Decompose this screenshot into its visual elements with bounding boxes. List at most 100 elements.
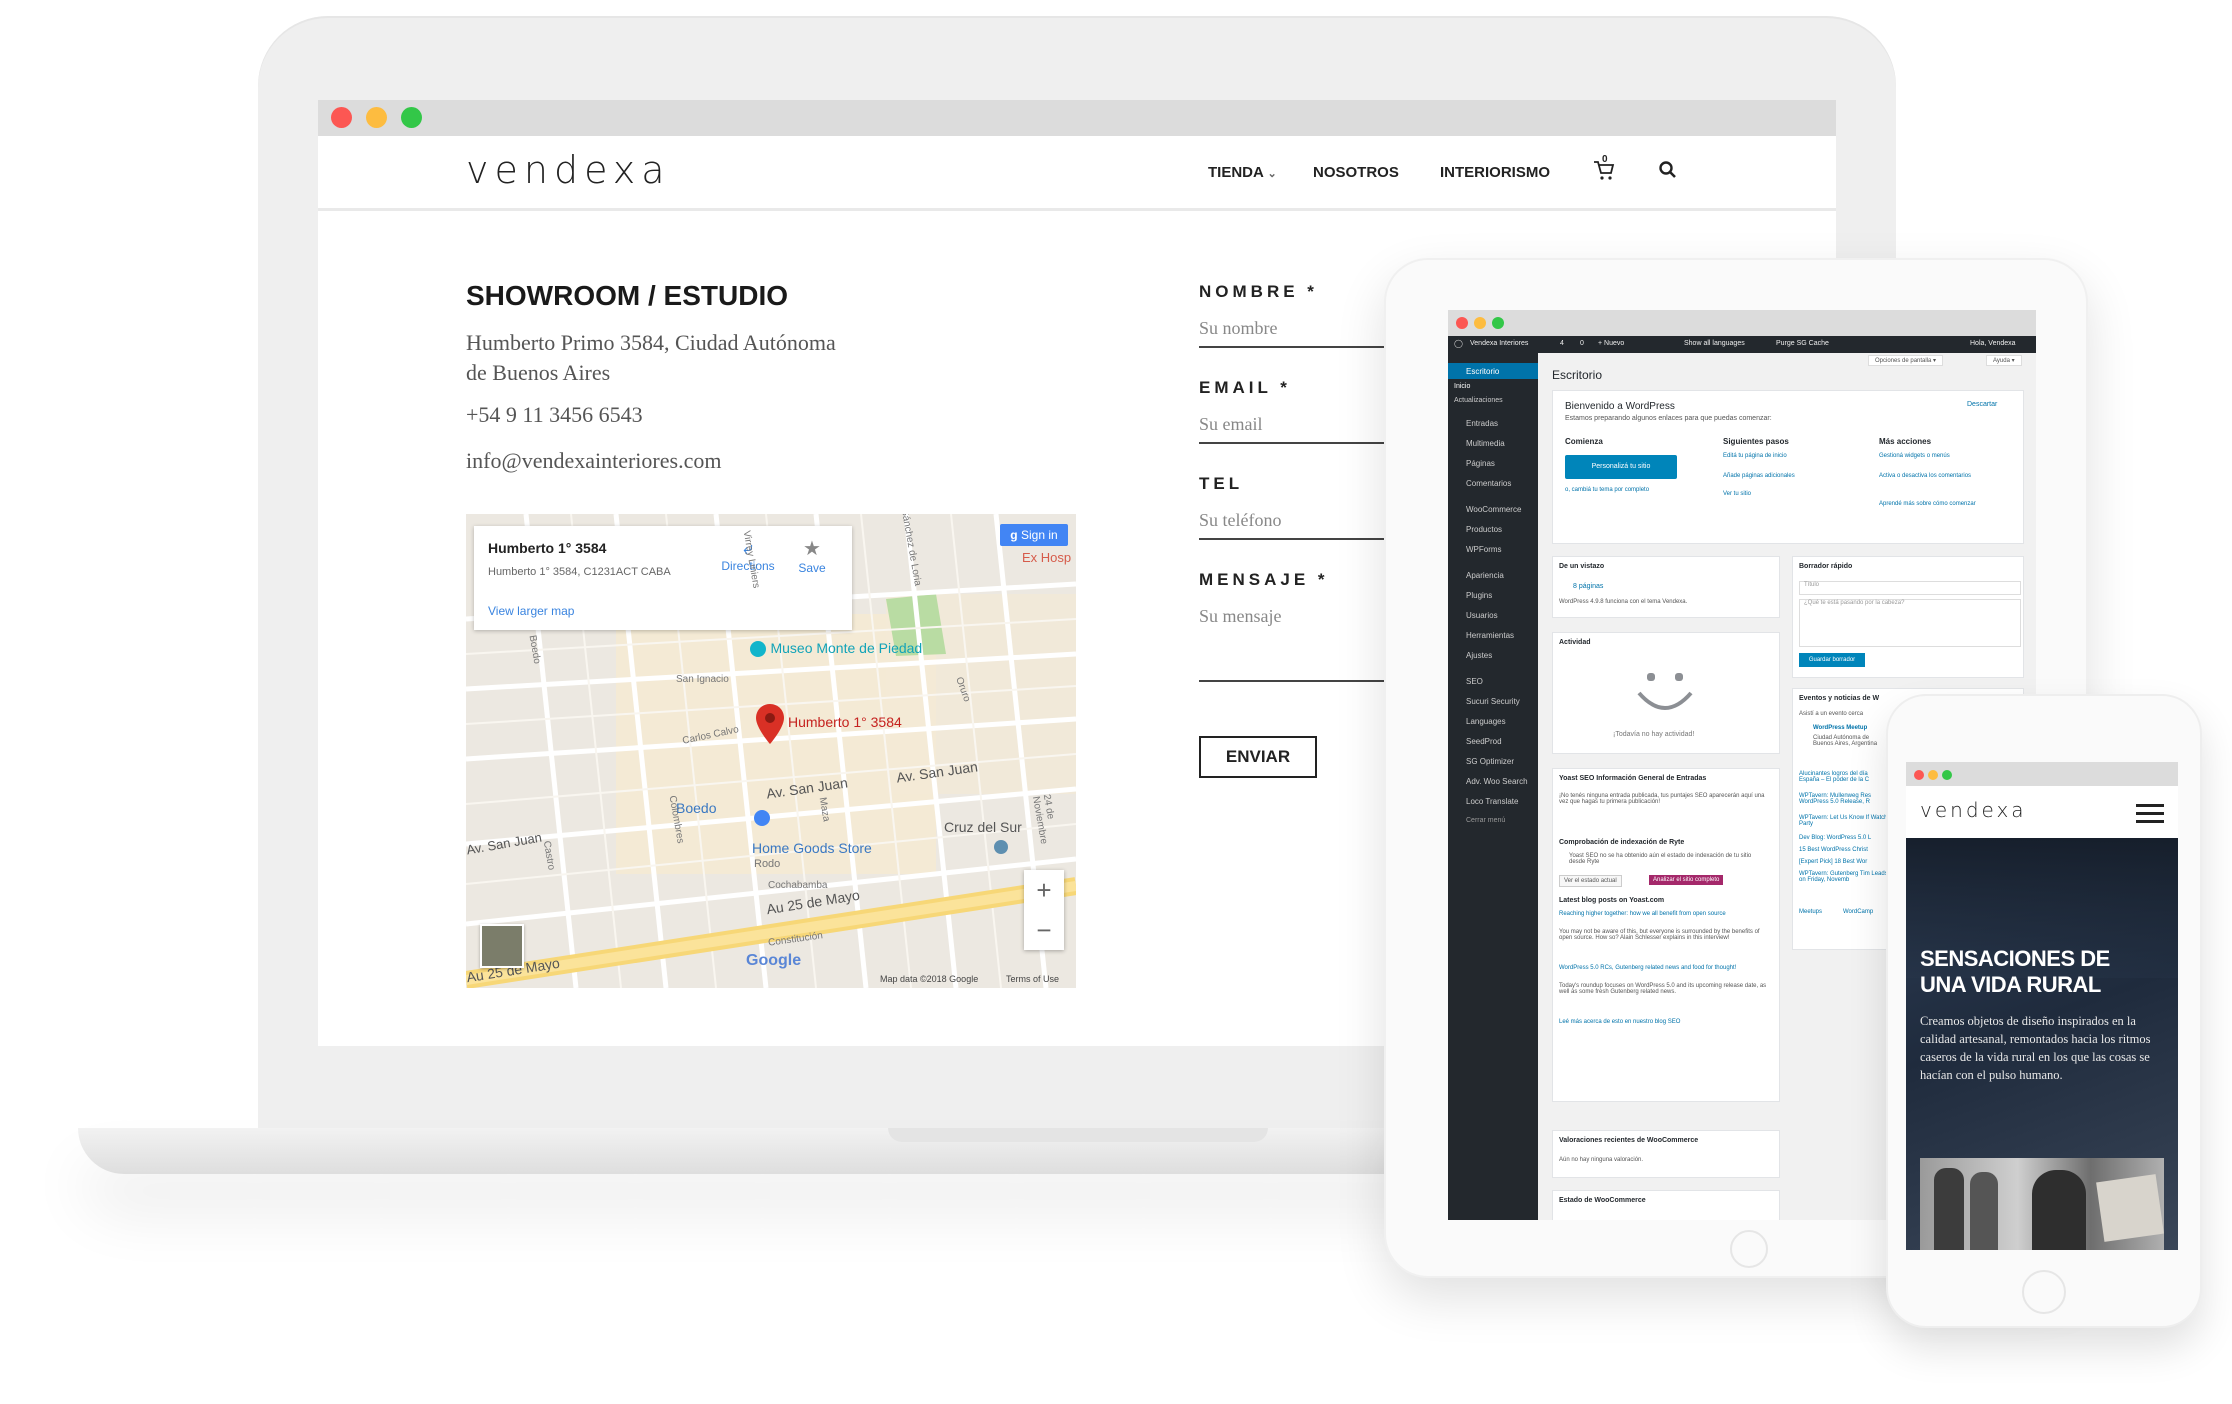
adminbar-purge[interactable]: Purge SG Cache xyxy=(1776,340,1829,347)
view-larger-map-link[interactable]: View larger map xyxy=(488,604,574,618)
menu-inicio[interactable]: Inicio xyxy=(1454,383,1470,390)
adminbar-updates[interactable]: 4 xyxy=(1560,340,1564,347)
menu-plugins[interactable]: Plugins xyxy=(1466,591,1492,600)
nav-nosotros[interactable]: NOSOTROS xyxy=(1313,164,1399,181)
wordpress-logo-icon[interactable]: ◯ xyxy=(1454,339,1463,348)
tablet-close-dot[interactable] xyxy=(1456,317,1468,329)
menu-seedprod[interactable]: SeedProd xyxy=(1466,737,1502,746)
draft-body-input[interactable]: ¿Qué te está pasando por la cabeza? xyxy=(1799,599,2021,647)
map-terms-link[interactable]: Terms of Use xyxy=(1006,974,1059,984)
phone-minimize-dot[interactable] xyxy=(1928,770,1938,780)
menu-wpforms[interactable]: WPForms xyxy=(1466,545,1502,554)
news-4[interactable]: Dev Blog: WordPress 5.0 L xyxy=(1799,835,1889,841)
adminbar-site[interactable]: Vendexa Interiores xyxy=(1470,340,1528,347)
tablet-minimize-dot[interactable] xyxy=(1474,317,1486,329)
events-meetup-link[interactable]: WordPress Meetup xyxy=(1813,725,1867,731)
hamburger-menu-icon[interactable] xyxy=(2136,804,2164,824)
adminbar-languages[interactable]: Show all languages xyxy=(1684,340,1745,347)
menu-herramientas[interactable]: Herramientas xyxy=(1466,631,1514,640)
contact-email[interactable]: info@vendexainteriores.com xyxy=(466,448,721,474)
tablet-maximize-dot[interactable] xyxy=(1492,317,1504,329)
menu-multimedia[interactable]: Multimedia xyxy=(1466,439,1505,448)
news-6[interactable]: [Expert Pick] 18 Best Wor xyxy=(1799,859,1889,865)
more-action-1[interactable]: Gestioná widgets o menús xyxy=(1879,453,2009,459)
minimize-dot[interactable] xyxy=(366,107,387,128)
save-place-button[interactable]: ★ Save xyxy=(792,536,832,575)
help-button[interactable]: Ayuda ▾ xyxy=(1986,355,2022,366)
blog-post-2-link[interactable]: WordPress 5.0 RCs, Gutenberg related new… xyxy=(1559,965,1769,971)
search-icon[interactable] xyxy=(1658,160,1678,180)
menu-paginas[interactable]: Páginas xyxy=(1466,459,1495,468)
next-step-2[interactable]: Añade páginas adicionales xyxy=(1723,473,1795,479)
poi-home-goods[interactable] xyxy=(754,810,770,831)
input-email[interactable]: Su email xyxy=(1199,414,1263,435)
tablet-home-button[interactable] xyxy=(1730,1230,1768,1268)
map-sign-in-button[interactable]: g Sign in xyxy=(1000,524,1068,546)
save-draft-button[interactable]: Guardar borrador xyxy=(1799,653,1865,667)
nav-interiorismo[interactable]: INTERIORISMO xyxy=(1440,164,1550,181)
next-step-1[interactable]: Editá tu página de inicio xyxy=(1723,453,1787,459)
customize-site-button[interactable]: Personalizá tu sitio xyxy=(1565,455,1677,479)
phone-home-button[interactable] xyxy=(2022,1270,2066,1314)
phone-maximize-dot[interactable] xyxy=(1942,770,1952,780)
cart-icon[interactable]: 0 xyxy=(1592,154,1616,182)
blog-post-1-link[interactable]: Reaching higher together: how we all ben… xyxy=(1559,911,1769,917)
news-3[interactable]: WPTavern: Let Us Know If Watch Party xyxy=(1799,815,1889,827)
menu-woocommerce[interactable]: WooCommerce xyxy=(1466,505,1521,514)
menu-actualizaciones[interactable]: Actualizaciones xyxy=(1454,397,1503,404)
blog-more-link[interactable]: Leé más acerca de esto en nuestro blog S… xyxy=(1559,1019,1680,1025)
news-2[interactable]: WPTavern: Mullenweg Res WordPress 5.0 Re… xyxy=(1799,793,1889,805)
menu-ajustes[interactable]: Ajustes xyxy=(1466,651,1492,660)
poi-museo[interactable]: Museo Monte de Piedad xyxy=(750,640,922,658)
close-dot[interactable] xyxy=(331,107,352,128)
zoom-in-button[interactable]: + xyxy=(1024,870,1064,910)
site-logo[interactable]: vendexa xyxy=(466,148,671,192)
map-place-title: Humberto 1° 3584 xyxy=(488,540,607,556)
enviar-button[interactable]: ENVIAR xyxy=(1199,736,1317,778)
zoom-out-button[interactable]: − xyxy=(1024,910,1064,950)
satellite-toggle[interactable] xyxy=(480,924,524,968)
phone-site-logo[interactable]: vendexa xyxy=(1920,798,2027,822)
news-1[interactable]: Alucinantes logros del día España – El p… xyxy=(1799,771,1889,783)
menu-usuarios[interactable]: Usuarios xyxy=(1466,611,1498,620)
menu-loco-translate[interactable]: Loco Translate xyxy=(1466,797,1518,806)
phone-close-dot[interactable] xyxy=(1914,770,1924,780)
events-meetups-link[interactable]: Meetups xyxy=(1799,909,1822,915)
menu-adv-woo-search[interactable]: Adv. Woo Search xyxy=(1466,777,1528,786)
ryte-status-button[interactable]: Ver el estado actual xyxy=(1559,875,1622,887)
menu-sg-optimizer[interactable]: SG Optimizer xyxy=(1466,757,1514,766)
label-mensaje: MENSAJE * xyxy=(1199,570,1329,589)
adminbar-user[interactable]: Hola, Vendexa xyxy=(1970,340,2016,347)
menu-languages[interactable]: Languages xyxy=(1466,717,1506,726)
menu-sucuri[interactable]: Sucuri Security xyxy=(1466,697,1520,706)
welcome-dismiss[interactable]: Descartar xyxy=(1967,401,1997,408)
menu-comentarios[interactable]: Comentarios xyxy=(1466,479,1511,488)
menu-productos[interactable]: Productos xyxy=(1466,525,1502,534)
menu-collapse[interactable]: Cerrar menú xyxy=(1466,817,1505,824)
google-map[interactable]: Humberto 1° 3584 Humberto 1° 3584, C1231… xyxy=(466,514,1076,988)
adminbar-new[interactable]: + Nuevo xyxy=(1598,340,1624,347)
menu-apariencia[interactable]: Apariencia xyxy=(1466,571,1504,580)
events-wordcamp-link[interactable]: WordCamp xyxy=(1843,909,1873,915)
next-step-3[interactable]: Ver tu sitio xyxy=(1723,491,1751,497)
input-nombre[interactable]: Su nombre xyxy=(1199,318,1278,339)
contact-phone[interactable]: +54 9 11 3456 6543 xyxy=(466,402,643,428)
draft-title-input[interactable]: Título xyxy=(1799,581,2021,595)
adminbar-comments[interactable]: 0 xyxy=(1580,340,1584,347)
change-theme-link[interactable]: o, cambiá tu tema por completo xyxy=(1565,487,1649,493)
input-tel[interactable]: Su teléfono xyxy=(1199,510,1282,531)
menu-seo[interactable]: SEO xyxy=(1466,677,1483,686)
maximize-dot[interactable] xyxy=(401,107,422,128)
screen-options-button[interactable]: Opciones de pantalla ▾ xyxy=(1868,355,1944,366)
map-marker[interactable] xyxy=(756,704,784,749)
input-mensaje[interactable]: Su mensaje xyxy=(1199,606,1282,627)
poi-cruz-del-sur[interactable] xyxy=(994,840,1008,854)
nav-tienda[interactable]: TIENDA ⌄ xyxy=(1208,164,1277,181)
more-action-2[interactable]: Activa o desactiva los comentarios xyxy=(1879,473,1989,479)
news-7[interactable]: WPTavern: Gutenberg Tim Leads on Friday,… xyxy=(1799,871,1889,883)
ryte-analyze-button[interactable]: Analizar el sitio completo xyxy=(1649,875,1724,885)
more-action-3[interactable]: Aprendé más sobre cómo comenzar xyxy=(1879,501,1999,507)
glance-pages-link[interactable]: 8 páginas xyxy=(1573,583,1603,590)
menu-entradas[interactable]: Entradas xyxy=(1466,419,1498,428)
news-5[interactable]: 15 Best WordPress Christ xyxy=(1799,847,1889,853)
